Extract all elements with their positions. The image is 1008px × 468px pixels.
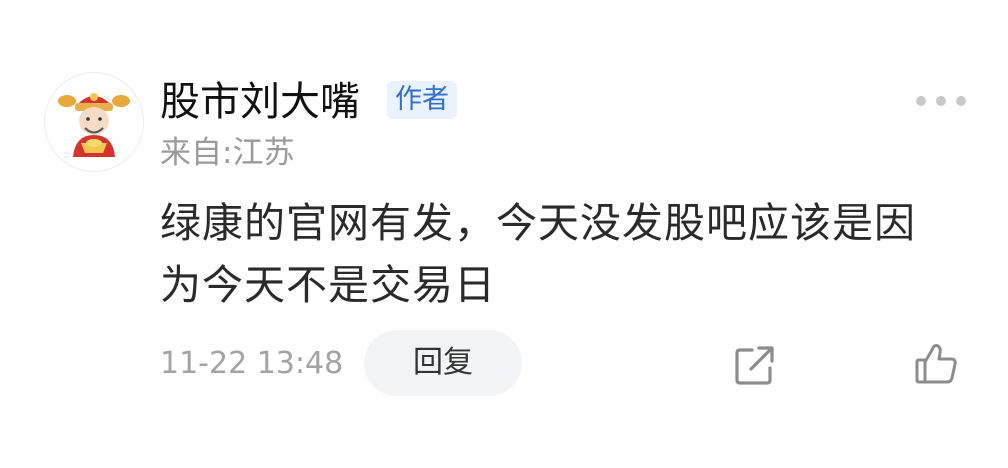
caishen-avatar-icon	[58, 93, 130, 157]
user-avatar[interactable]	[44, 72, 144, 172]
comment-timestamp: 11-22 13:48	[160, 346, 344, 381]
comment-item: 股市刘大嘴 作者 来自:江苏 绿康的官网有发，今天没发股吧应该是因为今天不是交易…	[0, 0, 1008, 468]
user-location: 来自:江苏	[160, 135, 295, 171]
more-dots-icon	[916, 96, 926, 106]
author-badge: 作者	[387, 81, 457, 119]
reply-button[interactable]: 回复	[364, 330, 522, 396]
thumbs-up-icon	[915, 344, 957, 384]
like-button[interactable]	[912, 339, 960, 387]
share-button[interactable]	[732, 342, 778, 388]
more-dots-icon	[956, 96, 966, 106]
more-dots-icon	[936, 96, 946, 106]
username[interactable]: 股市刘大嘴	[160, 76, 360, 128]
share-icon	[735, 346, 774, 385]
comment-text: 绿康的官网有发，今天没发股吧应该是因为今天不是交易日	[160, 199, 916, 309]
more-options-button[interactable]	[916, 90, 966, 112]
